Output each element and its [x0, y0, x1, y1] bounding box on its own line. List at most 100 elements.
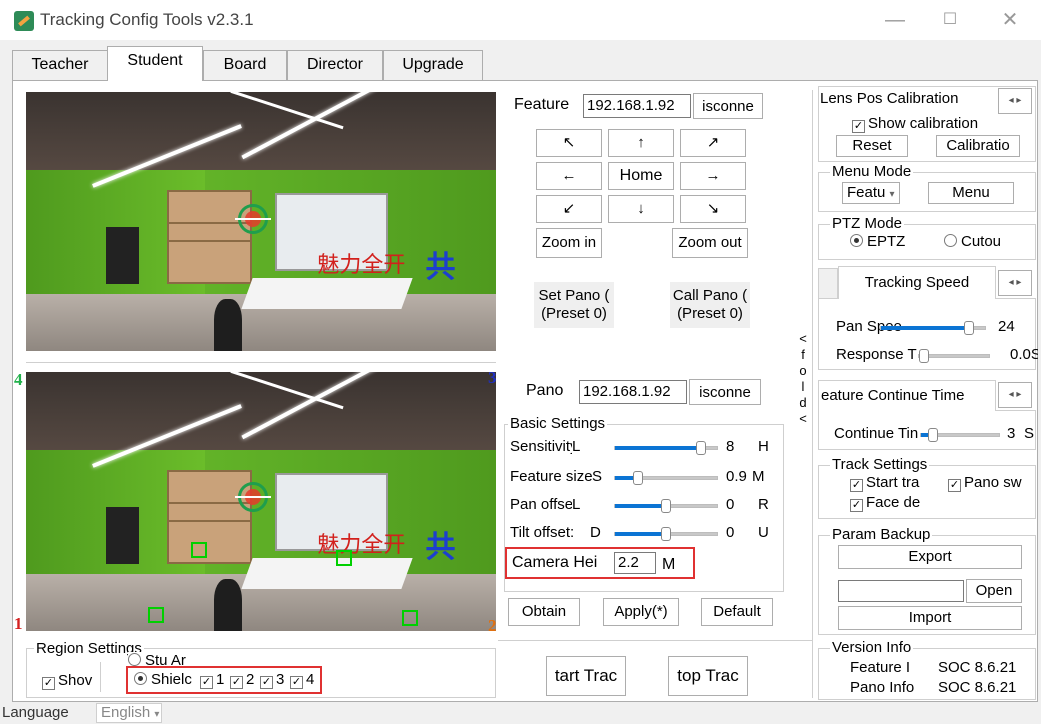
corner-label-1: 1 — [14, 614, 23, 633]
calibration-reset-button[interactable]: Reset — [836, 135, 908, 157]
region-divider — [100, 662, 101, 692]
camera-height-field[interactable]: 2.2 — [614, 552, 656, 574]
shield-2-checkbox[interactable]: ✓ 2 — [230, 671, 254, 689]
ptz-mode-title: PTZ Mode — [830, 215, 905, 232]
ptz-up-right-button[interactable]: ↗ — [680, 129, 746, 157]
tab-upgrade[interactable]: Upgrade — [383, 50, 483, 80]
pan-offset-max-label: R — [758, 496, 769, 513]
close-button[interactable]: ✕ — [990, 6, 1030, 34]
ptz-down-right-button[interactable]: ↘ — [680, 195, 746, 223]
zoom-out-button[interactable]: Zoom out — [672, 228, 748, 258]
shield-radio[interactable]: Shielc — [134, 671, 192, 688]
ptz-home-button[interactable]: Home — [608, 162, 674, 190]
pan-speed-slider[interactable] — [880, 321, 986, 335]
pano-ip-field[interactable]: 192.168.1.92 — [579, 380, 687, 404]
corner-label-3: 3 — [488, 368, 497, 387]
tab-scroll-arrows-icon[interactable]: ◂ ▸ — [998, 270, 1032, 296]
cutout-radio[interactable]: Cutou — [944, 233, 1001, 250]
shield-4-checkbox[interactable]: ✓ 4 — [290, 671, 314, 689]
camera-height-label: Camera Hei — [512, 554, 598, 571]
tilt-offset-max-label: U — [758, 524, 769, 541]
language-select[interactable]: English ▾ — [96, 703, 162, 723]
start-tracking-checkbox[interactable]: ✓ Start tra — [850, 474, 919, 492]
pano-switch-checkbox[interactable]: ✓ Pano sw — [948, 474, 1022, 492]
language-label: Language — [2, 704, 69, 721]
title-bar: Tracking Config Tools v2.3.1 — ☐ ✕ — [0, 0, 1041, 40]
import-button[interactable]: Import — [838, 606, 1022, 630]
tilt-offset-slider[interactable] — [614, 527, 718, 541]
response-time-slider[interactable] — [918, 349, 990, 363]
tab-prev-stub[interactable] — [818, 268, 838, 298]
feature-camera-view[interactable]: 魅力全开 共 — [26, 92, 496, 351]
chevron-down-icon: ▾ — [889, 189, 895, 200]
zoom-in-button[interactable]: Zoom in — [536, 228, 602, 258]
eptz-radio[interactable]: EPTZ — [850, 233, 905, 250]
ptz-down-button[interactable]: ↓ — [608, 195, 674, 223]
ptz-up-button[interactable]: ↑ — [608, 129, 674, 157]
show-calibration-checkbox[interactable]: ✓ Show calibration — [852, 115, 978, 133]
set-pano-preset-button[interactable]: Set Pano ( (Preset 0) — [534, 282, 614, 328]
lens-calibration-tab[interactable]: Lens Pos Calibration — [820, 90, 992, 107]
obtain-button[interactable]: Obtain — [508, 598, 580, 626]
calibration-button[interactable]: Calibratio — [936, 135, 1020, 157]
tab-student[interactable]: Student — [107, 46, 203, 81]
shield-1-checkbox[interactable]: ✓ 1 — [200, 671, 224, 689]
checkbox-checked-icon: ✓ — [290, 676, 303, 689]
checkbox-checked-icon: ✓ — [948, 479, 961, 492]
pano-camera-view[interactable]: 魅力全开 共 — [26, 372, 496, 631]
region-point-marker[interactable] — [191, 542, 207, 558]
tracking-speed-tab[interactable]: Tracking Speed — [838, 266, 996, 299]
pan-offset-slider[interactable] — [614, 499, 718, 513]
face-detect-checkbox[interactable]: ✓ Face de — [850, 494, 920, 512]
ptz-left-button[interactable]: ← — [536, 162, 602, 190]
continue-time-tab[interactable]: eature Continue Time — [818, 380, 996, 411]
open-button[interactable]: Open — [966, 579, 1022, 603]
tab-scroll-arrows-icon[interactable]: ◂ ▸ — [998, 382, 1032, 408]
feature-version-label: Feature I — [850, 659, 911, 676]
maximize-button[interactable]: ☐ — [930, 6, 970, 34]
track-settings-title: Track Settings — [830, 456, 930, 473]
backup-file-path-field[interactable] — [838, 580, 964, 602]
menu-button[interactable]: Menu — [928, 182, 1014, 204]
tab-teacher[interactable]: Teacher — [12, 50, 108, 80]
sensitivity-max-label: H — [758, 438, 769, 455]
tab-board[interactable]: Board — [203, 50, 287, 80]
shield-3-checkbox[interactable]: ✓ 3 — [260, 671, 284, 689]
tab-scroll-arrows-icon[interactable]: ◂ ▸ — [998, 88, 1032, 114]
feature-size-slider[interactable] — [614, 471, 718, 485]
export-button[interactable]: Export — [838, 545, 1022, 569]
show-region-checkbox[interactable]: ✓ Shov — [42, 672, 92, 690]
ptz-down-left-button[interactable]: ↙ — [536, 195, 602, 223]
ptz-up-left-button[interactable]: ↖ — [536, 129, 602, 157]
pan-offset-min-label: L — [572, 496, 581, 513]
tilt-offset-min-label: D — [590, 524, 601, 541]
start-tracking-button[interactable]: tart Trac — [546, 656, 626, 696]
feature-ip-field[interactable]: 192.168.1.92 — [583, 94, 691, 118]
pano-disconnect-button[interactable]: isconne — [689, 379, 761, 405]
feature-disconnect-button[interactable]: isconne — [693, 93, 763, 119]
feature-size-max-label: M — [752, 468, 765, 485]
ptz-right-button[interactable]: → — [680, 162, 746, 190]
stop-tracking-button[interactable]: top Trac — [668, 656, 748, 696]
minimize-button[interactable]: — — [875, 6, 915, 34]
call-pano-preset-button[interactable]: Call Pano ( (Preset 0) — [670, 282, 750, 328]
fold-toggle[interactable]: < f o l d < — [797, 331, 809, 427]
panel-divider — [812, 90, 813, 698]
checkbox-checked-icon: ✓ — [850, 479, 863, 492]
response-time-label: Response T — [836, 346, 917, 363]
region-point-marker[interactable] — [402, 610, 418, 626]
menu-mode-select[interactable]: Featu ▾ — [842, 182, 900, 204]
tilt-offset-label: Tilt offset: — [510, 524, 575, 541]
region-point-marker[interactable] — [148, 607, 164, 623]
default-button[interactable]: Default — [701, 598, 773, 626]
tab-director[interactable]: Director — [287, 50, 383, 80]
wall-red-text: 魅力全开 — [317, 253, 406, 279]
radio-on-icon — [850, 234, 863, 247]
continue-time-slider[interactable] — [920, 428, 1000, 442]
radio-off-icon — [128, 653, 141, 666]
sensitivity-slider[interactable] — [614, 441, 718, 455]
region-point-marker[interactable] — [336, 550, 352, 566]
corner-label-2: 2 — [488, 616, 497, 635]
apply-button[interactable]: Apply(*) — [603, 598, 679, 626]
tracking-target-icon — [235, 204, 271, 234]
